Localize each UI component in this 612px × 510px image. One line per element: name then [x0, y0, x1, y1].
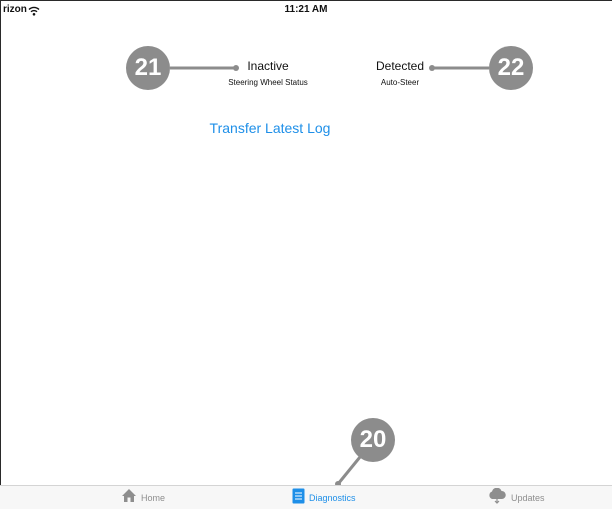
transfer-latest-log-button[interactable]: Transfer Latest Log [190, 120, 350, 136]
callout-badge-22: 22 [489, 46, 533, 90]
tab-updates-label: Updates [511, 493, 545, 503]
steering-wheel-status: Inactive Steering Wheel Status [218, 59, 318, 87]
auto-steer-status: Detected Auto-Steer [350, 59, 450, 87]
tab-diagnostics-label: Diagnostics [309, 493, 356, 503]
document-icon [292, 488, 305, 509]
auto-steer-status-caption: Auto-Steer [380, 78, 420, 87]
steering-wheel-status-caption: Steering Wheel Status [228, 78, 308, 87]
auto-steer-status-value: Detected [375, 59, 425, 73]
callout-20-leader [336, 456, 362, 485]
cloud-download-icon [487, 487, 507, 509]
tab-updates[interactable]: Updates [487, 486, 545, 510]
tab-home-label: Home [141, 493, 166, 503]
tab-diagnostics[interactable]: Diagnostics [292, 486, 356, 510]
tab-home[interactable]: Home [121, 486, 165, 510]
callout-badge-20: 20 [351, 418, 395, 462]
steering-wheel-status-value: Inactive [247, 59, 289, 73]
callout-badge-21: 21 [126, 46, 170, 90]
home-icon [121, 488, 137, 508]
tab-bar: Home Diagnostics Updates [0, 485, 612, 509]
